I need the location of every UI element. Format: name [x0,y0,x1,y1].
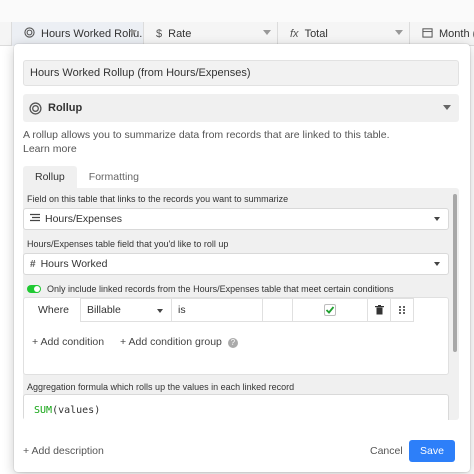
toggle-knob [34,286,40,292]
check-icon [325,306,335,314]
grid-row-number-column [0,22,12,46]
rollup-settings-panel: Field on this table that links to the re… [23,188,459,420]
field-type-label: Rollup [48,102,83,114]
add-description-button[interactable]: + Add description [23,445,104,457]
learn-more-link[interactable]: Learn more [23,143,77,155]
chevron-down-icon [157,309,163,313]
add-condition-group-label: + Add condition group [120,336,222,348]
drag-condition-handle[interactable] [390,298,414,322]
delete-condition-button[interactable] [367,298,391,322]
aggregation-formula-input[interactable]: SUM(values) [23,394,449,420]
rollup-field-select[interactable]: # Hours Worked [23,253,449,275]
column-header-total[interactable]: fx Total [278,22,410,46]
column-header-rate[interactable]: $ Rate [144,22,278,46]
column-header-hours-worked-rollup[interactable]: Hours Worked Rollu... [12,22,144,46]
column-header-label: Month (fr [439,28,474,40]
link-field-value: Hours/Expenses [45,213,123,225]
field-config-dialog: Hours Worked Rollup (from Hours/Expenses… [14,44,470,472]
rollup-field-value: Hours Worked [40,258,108,270]
config-tabs: Rollup Formatting [23,166,151,188]
field-name-input[interactable]: Hours Worked Rollup (from Hours/Expenses… [23,60,459,86]
save-button[interactable]: Save [409,440,455,462]
condition-field-value: Billable [87,304,121,316]
drag-handle-icon [399,306,405,314]
link-field-label: Field on this table that links to the re… [27,194,289,204]
add-condition-group-button[interactable]: + Add condition group? [120,336,238,348]
panel-scrollbar[interactable] [453,194,457,352]
condition-where-label: Where [38,304,69,316]
column-header-label: Total [304,28,328,40]
formula-icon: fx [290,28,299,40]
description-text: A rollup allows you to summarize data fr… [23,129,390,141]
conditions-box: Where Billable is + Add condition + Add … [23,297,449,375]
checkbox[interactable] [324,304,336,316]
chevron-down-icon [434,262,440,266]
condition-toggle-label: Only include linked records from the Hou… [47,284,394,294]
calendar-icon [422,27,433,41]
rollup-icon [29,101,42,115]
condition-operator-value: is [178,304,186,316]
currency-icon: $ [156,28,163,40]
number-icon: # [30,258,36,270]
dialog-footer: + Add description Cancel Save [23,440,459,464]
condition-operator-select[interactable]: is [171,298,263,322]
column-header-label: Rate [168,28,192,40]
add-condition-button[interactable]: + Add condition [32,336,104,348]
help-icon[interactable]: ? [227,338,238,348]
grid-top-area [0,0,474,22]
column-header-month[interactable]: Month (fr [410,22,474,46]
formula-function: SUM [34,405,53,416]
rollup-icon [24,27,35,41]
aggregation-label: Aggregation formula which rolls up the v… [27,382,295,392]
field-type-select[interactable]: Rollup [23,94,459,122]
condition-toggle[interactable] [27,285,41,293]
link-field-select[interactable]: Hours/Expenses [23,208,449,230]
rollup-field-label: Hours/Expenses table field that you'd li… [27,239,229,249]
grid-header: Hours Worked Rollu... $ Rate fx Total Mo… [0,22,474,46]
cancel-button[interactable]: Cancel [370,445,403,457]
linked-records-icon [30,213,40,225]
formula-arguments: (values) [52,405,101,416]
condition-toggle-row: Only include linked records from the Hou… [27,284,394,294]
chevron-down-icon [443,105,451,110]
tab-rollup[interactable]: Rollup [23,166,77,188]
tab-formatting[interactable]: Formatting [77,166,151,188]
chevron-down-icon [434,217,440,221]
chevron-down-icon[interactable] [395,30,403,35]
condition-value-checkbox-cell[interactable] [292,298,368,322]
field-type-description: A rollup allows you to summarize data fr… [23,128,423,156]
condition-field-select[interactable]: Billable [80,298,172,322]
chevron-down-icon[interactable] [263,30,271,35]
chevron-down-icon[interactable] [129,30,137,35]
trash-icon [374,305,384,315]
